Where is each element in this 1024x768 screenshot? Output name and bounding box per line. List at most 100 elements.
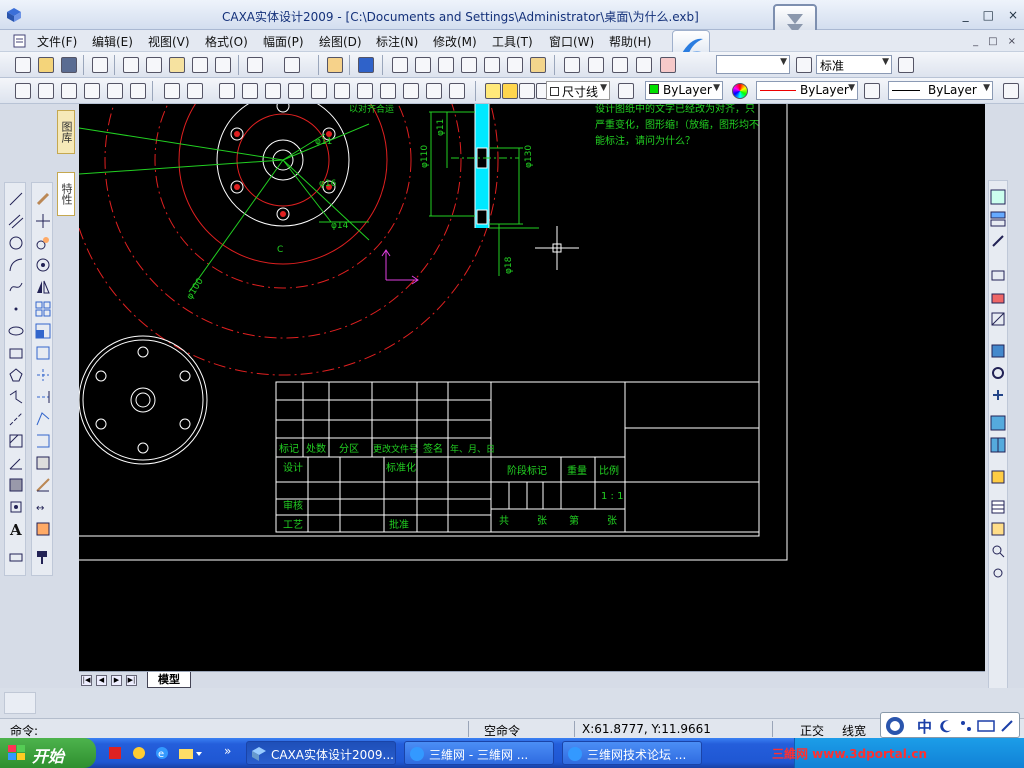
centerline-icon[interactable] — [8, 411, 24, 427]
cut-icon[interactable] — [123, 57, 139, 73]
pencil-edit-icon[interactable] — [990, 469, 1006, 485]
toolbar-options-icon[interactable] — [1003, 83, 1019, 99]
chamfer-dim-icon[interactable] — [426, 83, 442, 99]
ime-moon-icon[interactable] — [939, 719, 953, 733]
datum-icon[interactable] — [288, 83, 304, 99]
pan-zoom-icon[interactable] — [484, 57, 500, 73]
ime-wrench-icon[interactable] — [999, 718, 1015, 734]
mdi-close-button[interactable]: × — [1008, 36, 1016, 47]
edit-icon[interactable] — [35, 477, 51, 493]
lineweight-select[interactable]: ByLayer ▼ — [888, 81, 993, 100]
magnet-icon[interactable] — [660, 57, 676, 73]
camera-icon[interactable] — [990, 289, 1006, 305]
command-history[interactable] — [4, 692, 36, 714]
sun-icon[interactable] — [502, 83, 518, 99]
angle-line-icon[interactable] — [8, 455, 24, 471]
help-icon[interactable] — [358, 57, 374, 73]
balloon-icon[interactable] — [990, 521, 1006, 537]
mdi-restore-button[interactable]: □ — [988, 36, 997, 47]
rectangle-icon[interactable] — [8, 345, 24, 361]
ime-mode[interactable]: 中 — [917, 716, 932, 737]
start-button[interactable]: 开始 — [0, 738, 96, 768]
baseline-dim-icon[interactable] — [187, 83, 203, 99]
layer-manager-icon[interactable] — [618, 83, 634, 99]
polyline-icon[interactable] — [8, 389, 24, 405]
block-icon[interactable] — [8, 499, 24, 515]
open-folder-icon[interactable] — [38, 57, 54, 73]
tab-last-button[interactable]: ▶| — [126, 675, 137, 686]
zoom-icon[interactable] — [438, 57, 454, 73]
ime-logo-icon[interactable] — [885, 716, 905, 736]
radius-dim-icon[interactable] — [242, 83, 258, 99]
ortho-toggle[interactable]: 正交 — [800, 722, 824, 739]
delete-icon[interactable] — [35, 191, 51, 207]
spline-icon[interactable] — [8, 279, 24, 295]
menu-help[interactable]: 帮助(H) — [609, 33, 651, 50]
task-3dportal-2[interactable]: 三维网技术论坛 ... — [562, 741, 702, 765]
drawing-canvas[interactable]: φ11 φ16 φ14 C φ100 以对齐合运 φ110 φ11 φ130 φ… — [79, 104, 985, 671]
hatch-draw-icon[interactable] — [8, 433, 24, 449]
paste-icon[interactable] — [169, 57, 185, 73]
tab-next-button[interactable]: ▶ — [111, 675, 122, 686]
lock-icon[interactable] — [519, 83, 535, 99]
explode-icon[interactable] — [35, 455, 51, 471]
format-painter-icon[interactable] — [35, 549, 51, 565]
zoom-all-icon[interactable] — [461, 57, 477, 73]
settings-icon[interactable] — [990, 565, 1006, 581]
style-combo[interactable]: ▼ — [716, 55, 790, 74]
trim-icon[interactable] — [35, 367, 51, 383]
circle-icon[interactable] — [8, 235, 24, 251]
section-view-icon[interactable] — [990, 267, 1006, 283]
quicklaunch-red-icon[interactable] — [108, 746, 122, 760]
text-draw-icon[interactable]: A — [8, 521, 24, 537]
mirror-icon[interactable] — [35, 279, 51, 295]
measure-icon[interactable] — [530, 57, 546, 73]
view-tile-icon[interactable] — [990, 211, 1006, 227]
property-match-icon[interactable]: ↔ — [35, 499, 51, 515]
line-icon[interactable] — [8, 191, 24, 207]
maximize-button[interactable]: □ — [983, 8, 994, 22]
menu-sheet[interactable]: 幅面(P) — [263, 33, 304, 50]
menu-modify[interactable]: 修改(M) — [433, 33, 477, 50]
linewidth-toggle[interactable]: 线宽 — [842, 722, 866, 739]
menu-draw[interactable]: 绘图(D) — [319, 33, 362, 50]
view-single-icon[interactable] — [990, 437, 1006, 453]
save-icon[interactable] — [61, 57, 77, 73]
pen-icon[interactable] — [990, 233, 1006, 249]
roughness-icon[interactable] — [357, 83, 373, 99]
menu-dimension[interactable]: 标注(N) — [376, 33, 418, 50]
check-icon[interactable] — [265, 83, 281, 99]
stretch-icon[interactable] — [35, 433, 51, 449]
point-icon[interactable] — [8, 301, 24, 317]
quicklaunch-qq-icon[interactable] — [132, 746, 146, 760]
layout-icon[interactable] — [990, 189, 1006, 205]
coordinate-icon[interactable] — [403, 83, 419, 99]
clear-icon[interactable] — [215, 57, 231, 73]
ime-keyboard-icon[interactable] — [977, 719, 995, 733]
leader-style-icon[interactable] — [612, 57, 628, 73]
dim-style-combo-icon[interactable] — [898, 57, 914, 73]
block-edit-icon[interactable] — [35, 521, 51, 537]
copy-object-icon[interactable] — [35, 235, 51, 251]
print-icon[interactable] — [92, 57, 108, 73]
display-icon[interactable] — [507, 57, 523, 73]
dim-style-icon[interactable] — [588, 57, 604, 73]
linetype-select[interactable]: ByLayer ▼ — [756, 81, 858, 100]
array-icon[interactable] — [35, 301, 51, 317]
redo-icon[interactable] — [284, 57, 300, 73]
linear-dim-icon[interactable] — [164, 83, 180, 99]
offset-icon[interactable] — [35, 345, 51, 361]
text-style-icon[interactable] — [564, 57, 580, 73]
fill-icon[interactable] — [8, 477, 24, 493]
blue-arrow-icon[interactable] — [990, 343, 1006, 359]
polygon-icon[interactable] — [8, 367, 24, 383]
tab-library[interactable]: 图库 — [57, 110, 75, 154]
text-icon[interactable] — [449, 83, 465, 99]
ime-punct-icon[interactable] — [959, 719, 973, 733]
clipboard-icon[interactable] — [327, 57, 343, 73]
quicklaunch-more-icon[interactable]: » — [224, 744, 231, 758]
tab-model[interactable]: 模型 — [147, 672, 191, 688]
zoom-window-icon[interactable] — [415, 57, 431, 73]
tolerance-icon[interactable] — [334, 83, 350, 99]
menu-format[interactable]: 格式(O) — [205, 33, 248, 50]
